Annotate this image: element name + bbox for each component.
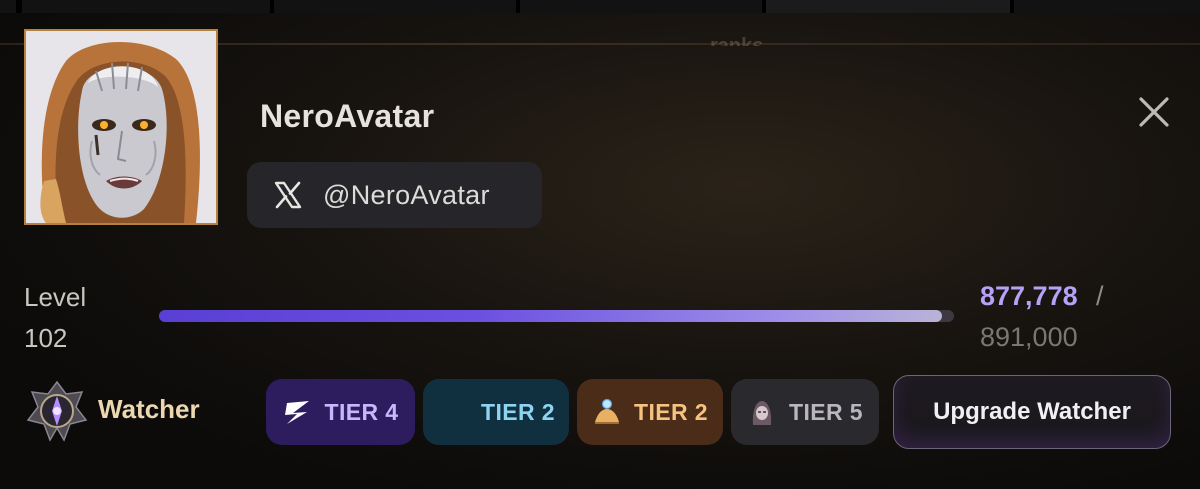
tab-strip bbox=[0, 0, 1200, 13]
social-handle: @NeroAvatar bbox=[323, 179, 490, 210]
close-button[interactable] bbox=[1135, 93, 1173, 131]
tier-chip[interactable]: TIER 2 bbox=[423, 379, 569, 445]
tab-segment-active[interactable] bbox=[766, 0, 1010, 13]
rank-label: Watcher bbox=[98, 394, 200, 424]
tab-segment[interactable] bbox=[22, 0, 270, 13]
level-label: Level bbox=[24, 282, 87, 312]
tier-chip[interactable]: TIER 4 bbox=[266, 379, 415, 445]
profile-card: ranks NeroAvatar bbox=[0, 0, 1200, 489]
xp-max: 891,000 bbox=[980, 322, 1078, 352]
social-link-chip[interactable]: @NeroAvatar bbox=[247, 162, 542, 228]
tab-segment[interactable] bbox=[0, 0, 16, 13]
upgrade-watcher-button[interactable]: Upgrade Watcher bbox=[893, 375, 1171, 449]
tab-segment[interactable] bbox=[520, 0, 762, 13]
hooded-figure-icon bbox=[747, 397, 777, 427]
username: NeroAvatar bbox=[260, 98, 435, 134]
tier-label: TIER 5 bbox=[789, 398, 863, 425]
close-icon bbox=[1139, 97, 1169, 127]
coin-pile-icon bbox=[592, 397, 622, 427]
xp-progress-fill bbox=[159, 310, 943, 322]
level-value: 102 bbox=[24, 323, 68, 353]
avatar-image bbox=[26, 31, 216, 223]
x-logo-icon bbox=[273, 180, 303, 210]
tab-segment[interactable] bbox=[1014, 0, 1200, 13]
faded-header-text: ranks bbox=[710, 36, 814, 46]
xp-current: 877,778 bbox=[980, 281, 1078, 311]
xp-separator: / bbox=[1096, 281, 1104, 311]
watcher-emblem-icon bbox=[26, 380, 88, 442]
xp-progress-bar bbox=[159, 310, 954, 322]
tier-chip[interactable]: TIER 5 bbox=[731, 379, 879, 445]
tab-segment[interactable] bbox=[274, 0, 516, 13]
lightning-z-icon bbox=[283, 397, 313, 427]
tier-label: TIER 2 bbox=[634, 398, 708, 425]
avatar bbox=[24, 29, 218, 225]
tier-label: TIER 4 bbox=[324, 398, 399, 425]
tier-chip[interactable]: TIER 2 bbox=[577, 379, 723, 445]
tier-label: TIER 2 bbox=[481, 398, 555, 425]
